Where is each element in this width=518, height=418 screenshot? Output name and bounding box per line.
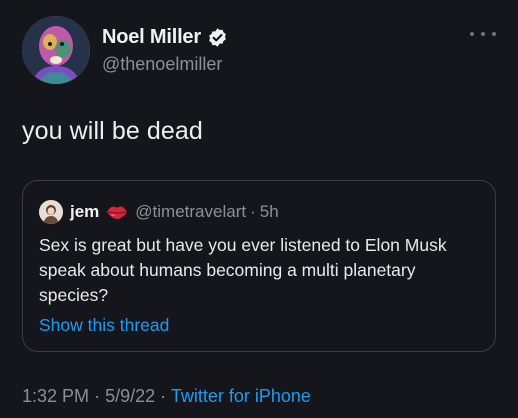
quoted-author-avatar: [39, 200, 63, 224]
more-options-icon[interactable]: [470, 28, 496, 40]
author-avatar[interactable]: [22, 16, 90, 84]
verified-badge-icon: [207, 27, 228, 48]
tweet-text: you will be dead: [22, 117, 203, 145]
author-name[interactable]: Noel Miller: [102, 26, 201, 49]
quoted-tweet-text: Sex is great but have you ever listened …: [39, 235, 447, 305]
author-name-row: Noel Miller: [102, 26, 228, 49]
meta-separator: ·: [94, 386, 101, 406]
quoted-author-handle: @timetravelart: [135, 202, 247, 221]
quoted-tweet-time: 5h: [259, 202, 279, 221]
quoted-tweet-card[interactable]: jem @timetravelart · 5h Sex is great but…: [22, 180, 496, 352]
tweet-time: 1:32 PM: [22, 386, 90, 406]
author-handle[interactable]: @thenoelmiller: [102, 54, 222, 75]
tweet: Noel Miller @thenoelmiller you will be d…: [0, 0, 518, 418]
quoted-meta-separator: ·: [250, 202, 256, 221]
tweet-date: 5/9/22: [105, 386, 156, 406]
quoted-tweet-header: jem @timetravelart · 5h: [39, 200, 279, 224]
tweet-meta: 1:32 PM · 5/9/22 · Twitter for iPhone: [22, 386, 311, 407]
tweet-source-link[interactable]: Twitter for iPhone: [171, 386, 311, 406]
show-thread-link[interactable]: Show this thread: [39, 315, 169, 336]
meta-separator: ·: [160, 386, 167, 406]
kiss-lips-icon: [106, 204, 128, 220]
quoted-author-name: jem: [70, 202, 100, 221]
